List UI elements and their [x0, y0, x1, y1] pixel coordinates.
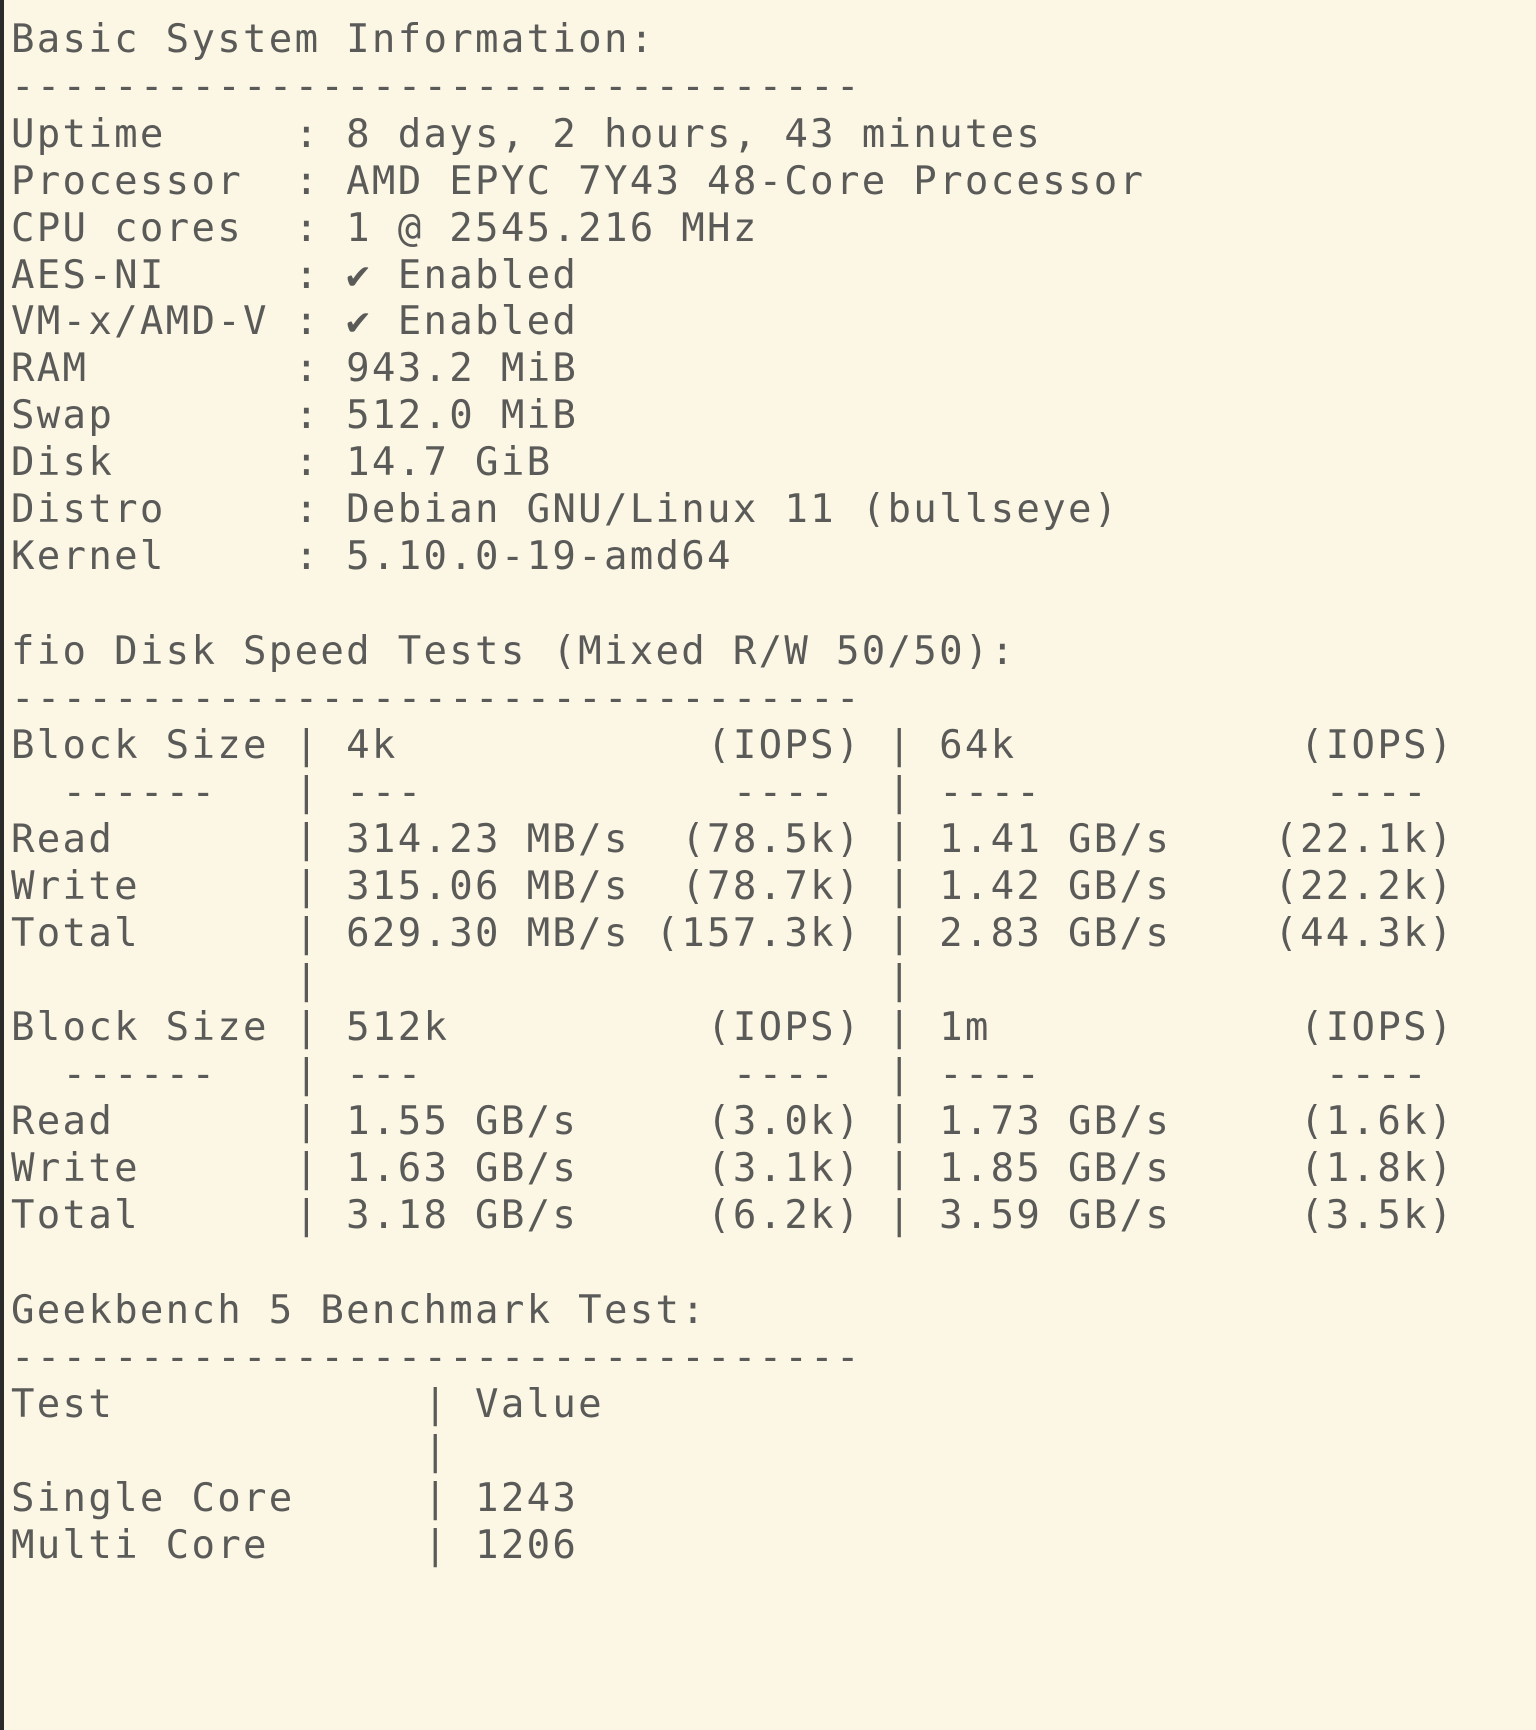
separator-line: --------------------------------- — [11, 676, 862, 721]
fio-table-row-write: Write | 315.06 MB/s (78.7k) | 1.42 GB/s … — [11, 864, 1455, 909]
info-distro: Distro : Debian GNU/Linux 11 (bullseye) — [11, 487, 1120, 532]
fio-table-header: Block Size | 4k (IOPS) | 64k (IOPS) — [11, 723, 1455, 768]
info-kernel: Kernel : 5.10.0-19-amd64 — [11, 534, 733, 579]
fio-table-divider: ------ | --- ---- | ---- ---- — [11, 770, 1429, 815]
fio-table-spacer: | | — [11, 958, 914, 1003]
fio-table-row-total: Total | 3.18 GB/s (6.2k) | 3.59 GB/s (3.… — [11, 1193, 1455, 1238]
section-title-geekbench: Geekbench 5 Benchmark Test: — [11, 1288, 708, 1333]
geekbench-table-spacer: | — [11, 1429, 450, 1474]
geekbench-row-multi-core: Multi Core | 1206 — [11, 1523, 579, 1568]
separator-line: --------------------------------- — [11, 1335, 862, 1380]
separator-line: --------------------------------- — [11, 64, 862, 109]
info-virtualization: VM-x/AMD-V : ✔ Enabled — [11, 299, 579, 344]
info-aes-ni: AES-NI : ✔ Enabled — [11, 253, 579, 298]
fio-table-row-read: Read | 1.55 GB/s (3.0k) | 1.73 GB/s (1.6… — [11, 1099, 1455, 1144]
geekbench-table-header: Test | Value — [11, 1382, 604, 1427]
info-uptime: Uptime : 8 days, 2 hours, 43 minutes — [11, 112, 1043, 157]
info-ram: RAM : 943.2 MiB — [11, 346, 579, 391]
info-cpu-cores: CPU cores : 1 @ 2545.216 MHz — [11, 206, 759, 251]
terminal-output: Basic System Information: --------------… — [11, 0, 1536, 1730]
info-processor: Processor : AMD EPYC 7Y43 48-Core Proces… — [11, 159, 1146, 204]
info-swap: Swap : 512.0 MiB — [11, 393, 579, 438]
fio-table-row-total: Total | 629.30 MB/s (157.3k) | 2.83 GB/s… — [11, 911, 1455, 956]
section-title-system-info: Basic System Information: — [11, 17, 656, 62]
section-title-disk-speed: fio Disk Speed Tests (Mixed R/W 50/50): — [11, 629, 1017, 674]
fio-table-header: Block Size | 512k (IOPS) | 1m (IOPS) — [11, 1005, 1455, 1050]
geekbench-row-single-core: Single Core | 1243 — [11, 1476, 579, 1521]
info-disk: Disk : 14.7 GiB — [11, 440, 553, 485]
fio-table-divider: ------ | --- ---- | ---- ---- — [11, 1052, 1429, 1097]
fio-table-row-write: Write | 1.63 GB/s (3.1k) | 1.85 GB/s (1.… — [11, 1146, 1455, 1191]
fio-table-row-read: Read | 314.23 MB/s (78.5k) | 1.41 GB/s (… — [11, 817, 1455, 862]
window-edge — [0, 0, 4, 1730]
